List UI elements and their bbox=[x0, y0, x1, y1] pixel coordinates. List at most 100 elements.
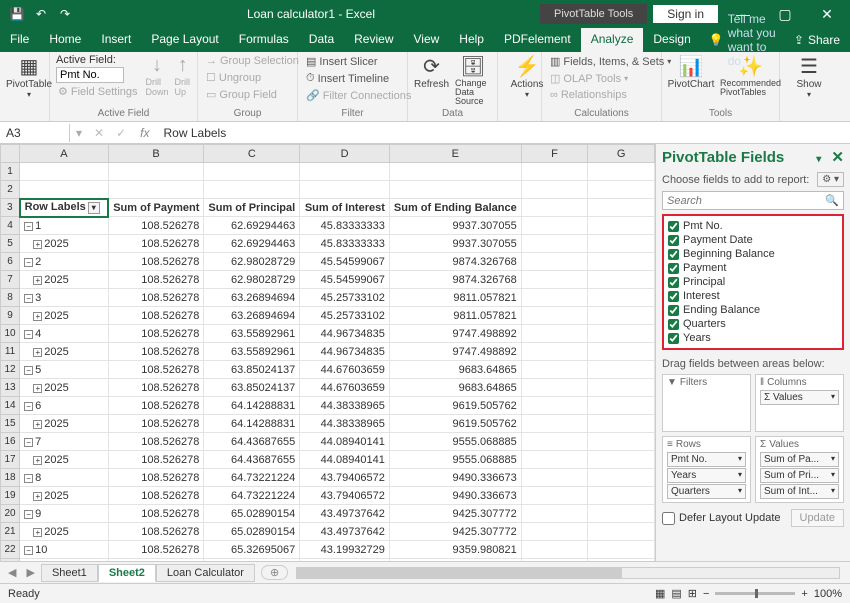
cell[interactable]: 45.25733102 bbox=[300, 307, 390, 325]
expand-collapse-icon[interactable]: − bbox=[24, 402, 33, 411]
area-field-pill[interactable]: Pmt No.▾ bbox=[667, 452, 746, 467]
cell[interactable]: 63.55892961 bbox=[204, 325, 300, 343]
cell[interactable]: 9683.64865 bbox=[389, 361, 521, 379]
zoom-slider[interactable] bbox=[715, 592, 795, 595]
formula-input[interactable]: Row Labels bbox=[158, 124, 850, 142]
relationships-button[interactable]: ∞Relationships bbox=[548, 88, 673, 102]
row-header[interactable]: 22 bbox=[1, 541, 20, 559]
share-button[interactable]: ⇪ Share bbox=[784, 28, 850, 52]
tab-pdfelement[interactable]: PDFelement bbox=[494, 28, 581, 52]
drillup-button[interactable]: ↑Drill Up bbox=[175, 54, 191, 97]
row-header[interactable]: 1 bbox=[1, 163, 20, 181]
columns-area[interactable]: ‖Columns Σ Values▾ bbox=[755, 374, 844, 432]
cell[interactable]: 45.25733102 bbox=[300, 289, 390, 307]
cell[interactable]: 9490.336673 bbox=[389, 487, 521, 505]
normal-view-icon[interactable]: ▦ bbox=[655, 587, 665, 600]
cell[interactable]: 108.526278 bbox=[108, 217, 204, 235]
enter-formula-icon[interactable]: ✓ bbox=[110, 126, 132, 140]
cell[interactable]: 64.43687655 bbox=[204, 433, 300, 451]
row-header[interactable]: 23 bbox=[1, 559, 20, 562]
insert-timeline-button[interactable]: ⏱Insert Timeline bbox=[304, 71, 413, 86]
cell[interactable]: −6 bbox=[20, 397, 109, 415]
cell[interactable]: 108.526278 bbox=[108, 487, 204, 505]
cell[interactable]: 44.38338965 bbox=[300, 397, 390, 415]
cell[interactable]: −3 bbox=[20, 289, 109, 307]
area-field-pill[interactable]: Sum of Int...▾ bbox=[760, 484, 839, 499]
cell[interactable]: 63.26894694 bbox=[204, 307, 300, 325]
row-header[interactable]: 3 bbox=[1, 199, 20, 217]
column-header[interactable]: A bbox=[20, 145, 109, 163]
expand-collapse-icon[interactable]: − bbox=[24, 294, 33, 303]
rows-area[interactable]: ≡Rows Pmt No.▾Years▾Quarters▾ bbox=[662, 436, 751, 503]
field-checkbox[interactable] bbox=[668, 319, 679, 330]
cell[interactable]: 43.79406572 bbox=[300, 487, 390, 505]
cell[interactable]: +2025 bbox=[20, 451, 109, 469]
row-header[interactable]: 14 bbox=[1, 397, 20, 415]
refresh-button[interactable]: ⟳Refresh bbox=[414, 54, 449, 90]
tab-design[interactable]: Design bbox=[643, 28, 700, 52]
cell[interactable]: 45.83333333 bbox=[300, 235, 390, 253]
cell[interactable]: 43.19932729 bbox=[300, 559, 390, 562]
close-pane-icon[interactable]: ✕ bbox=[831, 149, 844, 166]
expand-collapse-icon[interactable]: − bbox=[24, 438, 33, 447]
expand-collapse-icon[interactable]: + bbox=[33, 276, 42, 285]
row-header[interactable]: 15 bbox=[1, 415, 20, 433]
area-field-pill[interactable]: Sum of Pa...▾ bbox=[760, 452, 839, 467]
expand-collapse-icon[interactable]: + bbox=[33, 456, 42, 465]
tab-review[interactable]: Review bbox=[344, 28, 403, 52]
row-header[interactable]: 7 bbox=[1, 271, 20, 289]
ungroup-button[interactable]: ☐Ungroup bbox=[204, 70, 301, 85]
cell[interactable]: 108.526278 bbox=[108, 325, 204, 343]
tab-help[interactable]: Help bbox=[449, 28, 494, 52]
cell[interactable]: 65.32695067 bbox=[204, 559, 300, 562]
cell[interactable]: 108.526278 bbox=[108, 235, 204, 253]
column-header[interactable]: D bbox=[300, 145, 390, 163]
row-header[interactable]: 4 bbox=[1, 217, 20, 235]
cell[interactable]: −5 bbox=[20, 361, 109, 379]
cell[interactable]: 9555.068885 bbox=[389, 433, 521, 451]
cell[interactable]: Sum of Payment bbox=[108, 199, 204, 217]
cell[interactable]: 62.69294463 bbox=[204, 235, 300, 253]
cell[interactable]: −10 bbox=[20, 541, 109, 559]
row-header[interactable]: 17 bbox=[1, 451, 20, 469]
cell[interactable]: 108.526278 bbox=[108, 559, 204, 562]
column-header[interactable]: C bbox=[204, 145, 300, 163]
expand-collapse-icon[interactable]: + bbox=[33, 384, 42, 393]
column-header[interactable]: F bbox=[521, 145, 588, 163]
cell[interactable]: 9747.498892 bbox=[389, 325, 521, 343]
field-item[interactable]: Pmt No. bbox=[668, 219, 838, 233]
expand-collapse-icon[interactable]: + bbox=[33, 312, 42, 321]
cell[interactable]: 43.49737642 bbox=[300, 523, 390, 541]
drilldown-button[interactable]: ↓Drill Down bbox=[146, 54, 169, 97]
cell[interactable]: 108.526278 bbox=[108, 523, 204, 541]
cell[interactable]: +2025 bbox=[20, 559, 109, 562]
group-selection-button[interactable]: →Group Selection bbox=[204, 54, 301, 68]
field-checkbox[interactable] bbox=[668, 263, 679, 274]
expand-collapse-icon[interactable]: − bbox=[24, 366, 33, 375]
field-item[interactable]: Years bbox=[668, 331, 838, 345]
tell-me-input[interactable]: 💡 Tell me what you want to do bbox=[701, 28, 784, 52]
cell[interactable]: −7 bbox=[20, 433, 109, 451]
row-header[interactable]: 21 bbox=[1, 523, 20, 541]
cell[interactable]: 9490.336673 bbox=[389, 469, 521, 487]
tab-home[interactable]: Home bbox=[39, 28, 91, 52]
cell[interactable]: 64.73221224 bbox=[204, 487, 300, 505]
cell[interactable]: Row Labels▾ bbox=[20, 199, 109, 217]
row-header[interactable]: 8 bbox=[1, 289, 20, 307]
olap-tools-button[interactable]: ◫OLAP Tools▾ bbox=[548, 71, 673, 86]
tab-data[interactable]: Data bbox=[299, 28, 344, 52]
cell[interactable]: 63.26894694 bbox=[204, 289, 300, 307]
field-search-input[interactable]: 🔍 bbox=[662, 191, 844, 210]
field-checkbox[interactable] bbox=[668, 305, 679, 316]
cell[interactable]: −8 bbox=[20, 469, 109, 487]
cell[interactable]: −9 bbox=[20, 505, 109, 523]
cell[interactable]: 45.54599067 bbox=[300, 253, 390, 271]
expand-collapse-icon[interactable]: − bbox=[24, 330, 33, 339]
cell[interactable]: +2025 bbox=[20, 235, 109, 253]
active-field-input[interactable] bbox=[56, 67, 124, 83]
fx-icon[interactable]: fx bbox=[132, 126, 157, 140]
cell[interactable]: 108.526278 bbox=[108, 271, 204, 289]
cell[interactable]: 108.526278 bbox=[108, 343, 204, 361]
cell[interactable]: 64.14288831 bbox=[204, 415, 300, 433]
cell[interactable]: 44.08940141 bbox=[300, 451, 390, 469]
